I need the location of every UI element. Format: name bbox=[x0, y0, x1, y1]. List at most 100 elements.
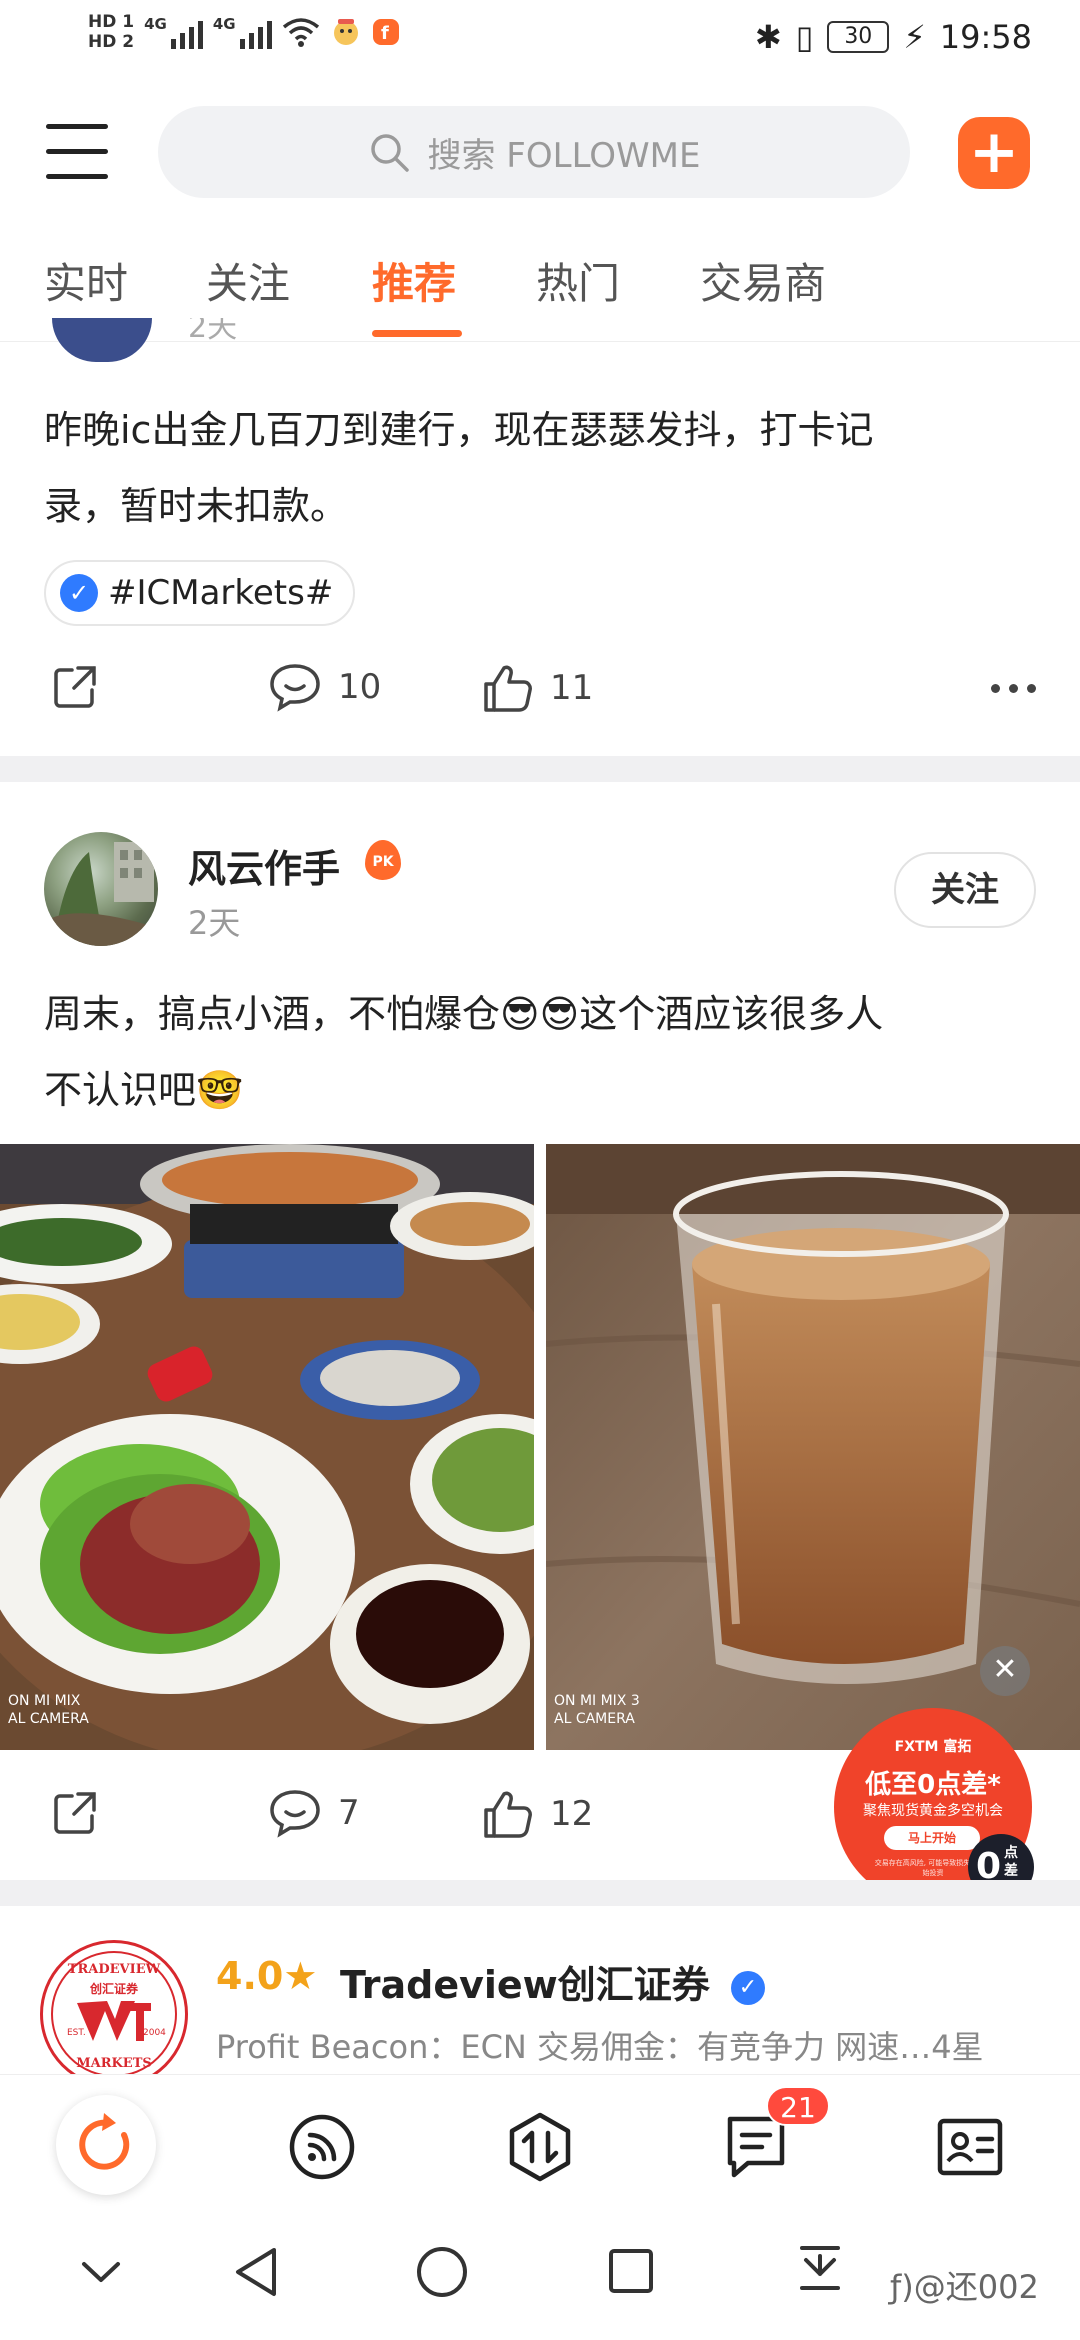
menu-button[interactable] bbox=[46, 124, 108, 180]
zero-spread-label: 点差 bbox=[1004, 1845, 1018, 1879]
author-name[interactable]: 风云作手 bbox=[188, 838, 340, 893]
camera-watermark-line: ON MI MIX bbox=[8, 1693, 81, 1709]
post-text[interactable]: 昨晚ic出金几百刀到建行，现在瑟瑟发抖，打卡记 bbox=[44, 392, 1044, 468]
refresh-icon bbox=[79, 2113, 130, 2170]
post-time: 2天 bbox=[188, 318, 238, 340]
bluetooth-icon: ✱ bbox=[754, 18, 782, 56]
svg-text:f: f bbox=[381, 23, 389, 44]
broker-logo-year: 2004 bbox=[143, 2028, 166, 2038]
hd-indicator: HD 1 HD 2 bbox=[88, 12, 134, 52]
clock: 19:58 bbox=[939, 18, 1032, 56]
share-button[interactable] bbox=[50, 662, 100, 712]
chevron-down-icon[interactable] bbox=[78, 2256, 124, 2286]
home-icon[interactable] bbox=[414, 2244, 470, 2300]
like-count: 12 bbox=[550, 1794, 594, 1834]
vibrate-icon: ▯ bbox=[795, 18, 814, 56]
rss-icon bbox=[289, 2114, 355, 2180]
followme-notification-icon: f bbox=[372, 19, 399, 45]
ad-start-button[interactable]: 马上开始 bbox=[884, 1826, 980, 1850]
post-actions: 10 11 bbox=[0, 662, 1080, 722]
camera-watermark-line: ON MI MIX 3 bbox=[554, 1693, 640, 1709]
app-notification-icon bbox=[333, 19, 358, 45]
nav-feed-button[interactable] bbox=[286, 2111, 358, 2183]
battery-icon: 30 bbox=[827, 21, 890, 53]
post-photo[interactable]: ON MI MIX AL CAMERA bbox=[0, 1144, 534, 1750]
broker-rating: 4.0★ bbox=[216, 1954, 317, 1998]
comment-icon bbox=[270, 1790, 320, 1838]
tab-realtime[interactable]: 实时 bbox=[44, 250, 128, 311]
nav-refresh-button[interactable] bbox=[56, 2095, 156, 2195]
avatar[interactable] bbox=[44, 832, 158, 946]
post-text[interactable]: 录，暂时未扣款。 bbox=[44, 468, 1044, 544]
avatar[interactable] bbox=[52, 318, 152, 362]
back-icon[interactable] bbox=[230, 2244, 282, 2300]
messages-unread-badge: 21 bbox=[766, 2086, 830, 2126]
thumbs-up-icon bbox=[484, 1791, 532, 1838]
broker-logo-bottom: MARKETS bbox=[76, 2056, 152, 2071]
profile-card-icon bbox=[937, 2118, 1003, 2176]
share-button[interactable] bbox=[50, 1788, 100, 1838]
broker-name-label: Tradeview创汇证券 bbox=[340, 1963, 710, 2007]
divider bbox=[0, 341, 1080, 342]
like-button[interactable]: 11 bbox=[482, 662, 593, 714]
network-type-label: 4G bbox=[212, 15, 236, 33]
broker-logo-top: TRADEVIEW bbox=[68, 1962, 161, 1977]
like-button[interactable]: 12 bbox=[482, 1788, 593, 1840]
charging-icon: ⚡ bbox=[903, 18, 926, 56]
camera-watermark-line: AL CAMERA bbox=[554, 1711, 635, 1727]
bottom-navigation bbox=[0, 2074, 1080, 2212]
post-text[interactable]: 不认识吧🤓 bbox=[44, 1052, 1044, 1128]
broker-logo[interactable]: TRADEVIEW 创汇证券 EST. 2004 MARKETS bbox=[40, 1940, 188, 2088]
post-separator bbox=[0, 1880, 1080, 1906]
comment-button[interactable]: 7 bbox=[268, 1788, 360, 1838]
nav-trade-button[interactable] bbox=[504, 2111, 576, 2183]
ad-subtitle: 聚焦现货黄金多空机会 bbox=[863, 1803, 1003, 1819]
download-notification-icon[interactable] bbox=[796, 2242, 844, 2298]
active-tab-indicator bbox=[372, 330, 462, 337]
search-placeholder: 搜索 FOLLOWME bbox=[427, 135, 701, 176]
post-time: 2天 bbox=[188, 904, 241, 942]
comment-icon bbox=[270, 664, 320, 712]
trade-icon bbox=[509, 2112, 571, 2182]
hashtag-chip[interactable]: ✓ #ICMarkets# bbox=[44, 560, 356, 626]
close-ad-icon[interactable]: ✕ bbox=[980, 1646, 1030, 1696]
pk-badge-icon: PK bbox=[365, 840, 401, 880]
watermark: ƒ)@还002 bbox=[890, 2268, 1039, 2306]
camera-watermark-line: AL CAMERA bbox=[8, 1711, 89, 1727]
signal-icon: 4G bbox=[213, 15, 272, 49]
wifi-icon bbox=[282, 18, 319, 47]
comment-count: 10 bbox=[338, 667, 382, 707]
tab-hot[interactable]: 热门 bbox=[536, 250, 620, 311]
verified-icon: ✓ bbox=[60, 574, 98, 612]
star-icon: ★ bbox=[283, 1954, 318, 1998]
camera-watermark: ON MI MIX 3 AL CAMERA bbox=[554, 1692, 640, 1728]
share-icon bbox=[54, 1792, 96, 1834]
ad-title: 低至0点差* bbox=[865, 1770, 1001, 1800]
follow-button[interactable]: 关注 bbox=[894, 852, 1036, 928]
nav-profile-button[interactable] bbox=[934, 2111, 1006, 2183]
hd2-label: HD 2 bbox=[88, 32, 135, 52]
feed-tabs: 实时 关注 推荐 热门 交易商 bbox=[0, 250, 1080, 340]
tab-following[interactable]: 关注 bbox=[206, 250, 290, 311]
tab-recommended[interactable]: 推荐 bbox=[372, 250, 456, 311]
add-post-button[interactable]: + bbox=[958, 117, 1030, 189]
network-type-label: 4G bbox=[144, 15, 167, 33]
recent-apps-icon[interactable] bbox=[606, 2246, 656, 2296]
tab-brokers[interactable]: 交易商 bbox=[700, 250, 826, 311]
broker-logo-mid: 创汇证券 bbox=[89, 1981, 139, 1996]
hashtag-label: #ICMarkets# bbox=[108, 573, 334, 613]
search-bar[interactable]: 搜索 FOLLOWME bbox=[158, 106, 910, 198]
broker-name[interactable]: Tradeview创汇证券 ✓ bbox=[340, 1954, 766, 2009]
broker-description: Profit Beacon：ECN 交易佣金：有竞争力 网速…4星 bbox=[216, 2028, 984, 2066]
post-text[interactable]: 周末，搞点小酒，不怕爆仓😎😎这个酒应该很多人 bbox=[44, 976, 1044, 1052]
share-icon bbox=[54, 666, 96, 708]
hd1-label: HD 1 bbox=[88, 12, 135, 32]
search-icon bbox=[370, 134, 409, 172]
broker-logo-est: EST. bbox=[67, 2028, 86, 2038]
thumbs-up-icon bbox=[484, 665, 532, 712]
more-options-icon[interactable] bbox=[991, 684, 1036, 693]
like-count: 11 bbox=[550, 668, 594, 708]
camera-watermark: ON MI MIX AL CAMERA bbox=[8, 1692, 89, 1728]
comment-count: 7 bbox=[338, 1793, 360, 1833]
comment-button[interactable]: 10 bbox=[268, 662, 381, 712]
